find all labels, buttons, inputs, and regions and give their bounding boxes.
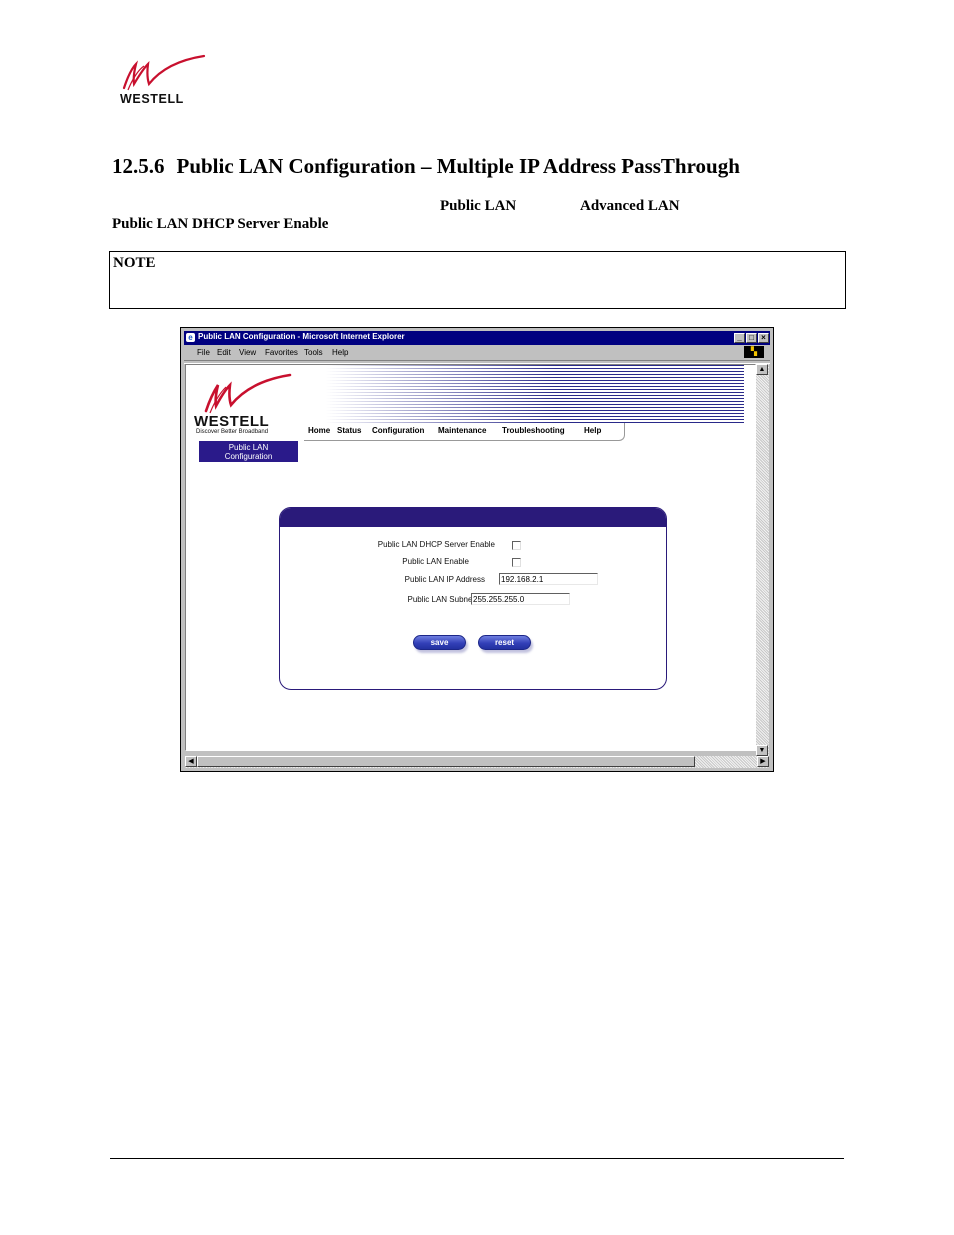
menu-tools[interactable]: Tools (304, 348, 323, 357)
page-tab-line1: Public LAN (228, 443, 269, 452)
browser-menu-bar: File Edit View Favorites Tools Help ▚ (184, 346, 770, 360)
dhcp-server-enable-label: Public LAN DHCP Server Enable (377, 540, 495, 549)
browser-title-bar[interactable]: e Public LAN Configuration - Microsoft I… (184, 331, 770, 345)
section-number: 12.5.6 (112, 154, 165, 178)
nav-status[interactable]: Status (337, 426, 361, 435)
save-button[interactable]: save (413, 635, 466, 650)
menu-view[interactable]: View (239, 348, 256, 357)
menu-edit[interactable]: Edit (217, 348, 231, 357)
vertical-scrollbar[interactable]: ▲ ▼ (756, 364, 769, 756)
section-title: Public LAN Configuration – Multiple IP A… (176, 154, 740, 178)
scroll-up-arrow-icon[interactable]: ▲ (756, 364, 768, 375)
windows-logo-icon: ▚ (744, 346, 764, 358)
menu-file[interactable]: File (197, 348, 210, 357)
note-label: NOTE (113, 255, 156, 271)
term-advanced-lan: Advanced LAN (580, 198, 680, 214)
public-lan-enable-label: Public LAN Enable (402, 557, 469, 566)
menu-help[interactable]: Help (332, 348, 348, 357)
site-nav: Home Status Configuration Maintenance Tr… (304, 423, 625, 441)
panel-header (280, 508, 666, 527)
horizontal-scrollbar[interactable]: ◀ ▶ (185, 756, 769, 768)
nav-help[interactable]: Help (584, 426, 601, 435)
nav-troubleshooting[interactable]: Troubleshooting (502, 426, 565, 435)
header-stripes (326, 365, 744, 423)
maximize-button[interactable]: □ (746, 333, 757, 343)
site-tagline: Discover Better Broadband (196, 429, 269, 435)
dhcp-server-enable-checkbox[interactable] (512, 541, 521, 550)
site-brand: WESTELL (194, 413, 270, 430)
menu-favorites[interactable]: Favorites (265, 348, 298, 357)
browser-window: e Public LAN Configuration - Microsoft I… (180, 327, 774, 772)
page-tab-public-lan-configuration[interactable]: Public LAN Configuration (199, 441, 298, 462)
public-lan-enable-checkbox[interactable] (512, 558, 521, 567)
term-public-lan: Public LAN (440, 198, 517, 214)
horizontal-scroll-thumb[interactable] (197, 756, 695, 767)
nav-configuration[interactable]: Configuration (372, 426, 424, 435)
scroll-left-arrow-icon[interactable]: ◀ (185, 756, 197, 767)
public-lan-subnet-mask-input[interactable] (471, 593, 570, 605)
nav-home[interactable]: Home (308, 426, 330, 435)
public-lan-ip-address-label: Public LAN IP Address (404, 575, 485, 584)
term-dhcp-enable: Public LAN DHCP Server Enable (112, 216, 329, 232)
public-lan-ip-address-input[interactable] (499, 573, 598, 585)
close-button[interactable]: × (758, 333, 769, 343)
note-box: NOTE (109, 251, 846, 309)
browser-viewport: WESTELL Discover Better Broadband Home S… (185, 364, 756, 751)
browser-title: Public LAN Configuration - Microsoft Int… (198, 332, 405, 341)
page-tab-line2: Configuration (224, 452, 273, 461)
scroll-down-arrow-icon[interactable]: ▼ (756, 745, 768, 756)
westell-page-logo: WESTELL (118, 54, 208, 106)
config-panel: Public LAN DHCP Server Enable Public LAN… (279, 507, 667, 690)
nav-maintenance[interactable]: Maintenance (438, 426, 486, 435)
westell-swoosh-icon (122, 54, 206, 91)
minimize-button[interactable]: _ (734, 333, 745, 343)
scroll-right-arrow-icon[interactable]: ▶ (757, 756, 769, 767)
westell-site-logo[interactable]: WESTELL Discover Better Broadband (194, 373, 304, 435)
westell-site-swoosh-icon (204, 373, 292, 414)
reset-button[interactable]: reset (478, 635, 531, 650)
page-logo-text: WESTELL (120, 92, 184, 106)
footer-rule (110, 1158, 844, 1159)
section-heading: 12.5.6 Public LAN Configuration – Multipl… (112, 154, 740, 179)
internet-explorer-icon: e (186, 333, 195, 342)
